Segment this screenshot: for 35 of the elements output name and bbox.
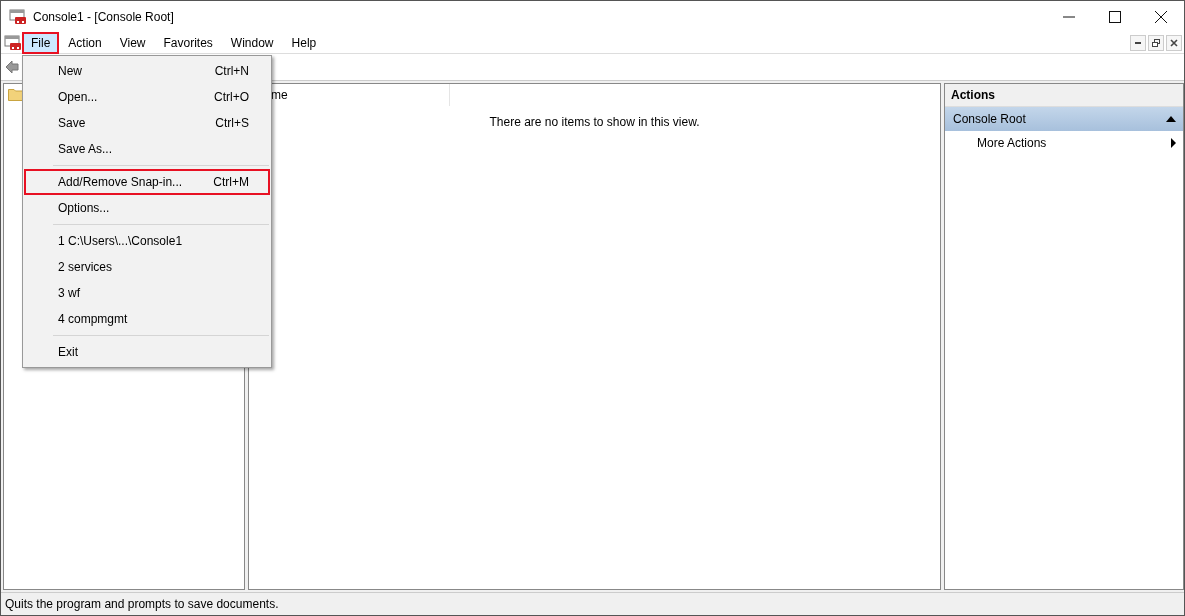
menu-item[interactable]: Add/Remove Snap-in... Ctrl+M (24, 169, 270, 195)
menu-item[interactable]: Save As... (24, 136, 270, 162)
child-restore-button[interactable] (1148, 34, 1164, 51)
menu-item[interactable]: 2 services (24, 254, 270, 280)
menu-item[interactable]: Action (59, 31, 111, 54)
action-link[interactable]: More Actions (977, 136, 1047, 150)
menu-item[interactable]: Exit (24, 339, 270, 365)
maximize-icon (1109, 10, 1121, 23)
close-icon (1170, 38, 1178, 47)
folder-icon[interactable] (8, 87, 24, 101)
menu-item[interactable]: Favorites (154, 31, 222, 54)
menu-item[interactable]: File (22, 31, 60, 54)
restore-icon (1152, 38, 1160, 47)
menu-item[interactable]: View (110, 31, 155, 54)
actions-title: Actions (945, 84, 1183, 107)
child-minimize-button[interactable] (1130, 34, 1146, 51)
menu-item[interactable]: 1 C:\Users\...\Console1 (24, 228, 270, 254)
menu-item[interactable]: New Ctrl+N (24, 58, 270, 84)
child-close-button[interactable] (1166, 34, 1182, 51)
menu-item[interactable]: 4 compmgmt (24, 306, 270, 332)
menu-item[interactable]: Help (282, 31, 326, 54)
minimize-icon (1135, 41, 1141, 44)
window-title: Console1 - [Console Root] (33, 9, 174, 24)
close-icon (1155, 10, 1167, 23)
actions-section-header[interactable]: Console Root (945, 107, 1183, 131)
menu-item[interactable]: Window (221, 31, 283, 54)
menu-item[interactable]: Options... (24, 195, 270, 221)
back-arrow-icon (5, 60, 19, 74)
submenu-arrow-icon (1171, 138, 1176, 148)
empty-message: There are no items to show in this view. (488, 115, 701, 129)
app-icon (9, 8, 27, 25)
back-button[interactable] (5, 60, 19, 74)
menu-item[interactable]: 3 wf (24, 280, 270, 306)
section-title: Console Root (953, 112, 1026, 126)
menu-item[interactable]: Save Ctrl+S (24, 110, 270, 136)
